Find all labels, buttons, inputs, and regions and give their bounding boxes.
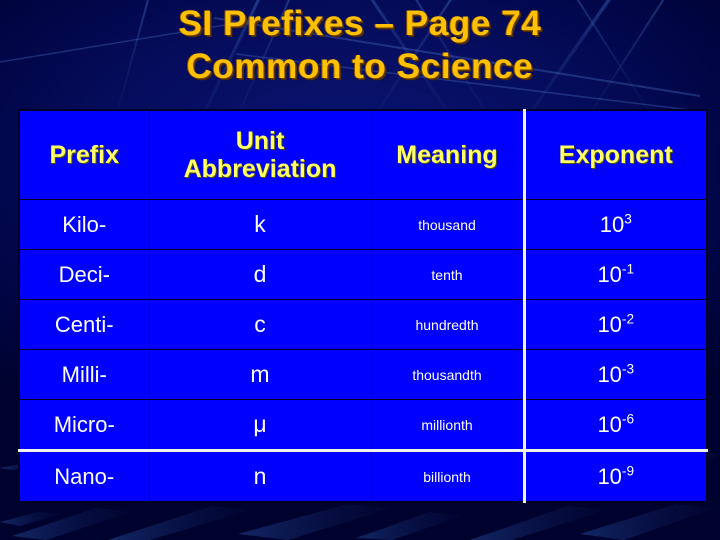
exponent-base: 10 xyxy=(597,361,622,387)
title-line-2: Common to Science xyxy=(186,47,534,86)
table-row: Centi-c hundredth 10-2 xyxy=(18,299,708,350)
cell-meaning: hundredth xyxy=(370,299,526,350)
cell-abbreviation: m xyxy=(148,349,372,400)
cell-meaning: billionth xyxy=(370,449,526,503)
cell-abbreviation: μ xyxy=(148,399,372,451)
cell-prefix: Centi- xyxy=(18,299,150,350)
title-line-1: SI Prefixes – Page 74 xyxy=(178,4,542,43)
cell-meaning: tenth xyxy=(370,249,526,300)
exponent-power: -2 xyxy=(621,311,635,327)
column-header-exponent: Exponent xyxy=(523,109,708,200)
cell-meaning: thousand xyxy=(370,199,526,250)
cell-exponent: 10-9 xyxy=(523,449,708,503)
exponent-power: -3 xyxy=(621,361,635,377)
column-header-unit-abbreviation-line-1: Unit xyxy=(235,127,285,155)
table-row: Milli-m thousandth 10-3 xyxy=(18,349,708,400)
cell-abbreviation: n xyxy=(148,449,372,503)
table-body: Kilo-k thousand 103 Deci-d tenth 10-1 Centi-c h… xyxy=(18,199,708,503)
cell-exponent: 10-2 xyxy=(523,299,708,350)
cell-exponent: 10-3 xyxy=(523,349,708,400)
cell-abbreviation: d xyxy=(148,249,372,300)
si-prefix-table: Prefix Unit Abbreviation Meaning Exponen… xyxy=(18,109,708,503)
slide-title: SI Prefixes – Page 74 Common to Science xyxy=(0,2,720,88)
table-row: Kilo-k thousand 103 xyxy=(18,199,708,250)
cell-exponent: 103 xyxy=(523,199,708,250)
column-header-meaning: Meaning xyxy=(370,109,526,200)
table-row: Deci-d tenth 10-1 xyxy=(18,249,708,300)
exponent-power: 3 xyxy=(624,211,632,227)
cell-prefix: Micro- xyxy=(18,399,150,451)
cell-meaning: thousandth xyxy=(370,349,526,400)
cell-abbreviation: c xyxy=(148,299,372,350)
exponent-base: 10 xyxy=(599,211,625,237)
cell-prefix: Milli- xyxy=(18,349,150,400)
cell-meaning: millionth xyxy=(370,399,526,451)
exponent-power: -6 xyxy=(621,411,635,427)
column-header-prefix: Prefix xyxy=(18,109,150,200)
cell-prefix: Deci- xyxy=(18,249,150,300)
table-row: Micro-μ millionth 10-6 xyxy=(18,399,708,451)
exponent-base: 10 xyxy=(597,311,622,337)
exponent-power: -9 xyxy=(621,463,635,479)
column-header-unit-abbreviation: Unit Abbreviation xyxy=(148,109,372,200)
cell-abbreviation: k xyxy=(148,199,372,250)
cell-prefix: Kilo- xyxy=(18,199,150,250)
exponent-base: 10 xyxy=(597,411,622,437)
cell-exponent: 10-6 xyxy=(523,399,708,451)
cell-exponent: 10-1 xyxy=(523,249,708,300)
cell-prefix: Nano- xyxy=(18,449,150,503)
column-header-unit-abbreviation-line-2: Abbreviation xyxy=(183,155,337,183)
table-header-row: Prefix Unit Abbreviation Meaning Exponen… xyxy=(18,109,708,200)
slide-canvas: SI Prefixes – Page 74 Common to Science … xyxy=(0,0,720,540)
exponent-power: -1 xyxy=(621,261,635,277)
exponent-base: 10 xyxy=(597,463,622,489)
table-row: Nano-n billionth 10-9 xyxy=(18,449,708,503)
exponent-base: 10 xyxy=(597,261,622,287)
